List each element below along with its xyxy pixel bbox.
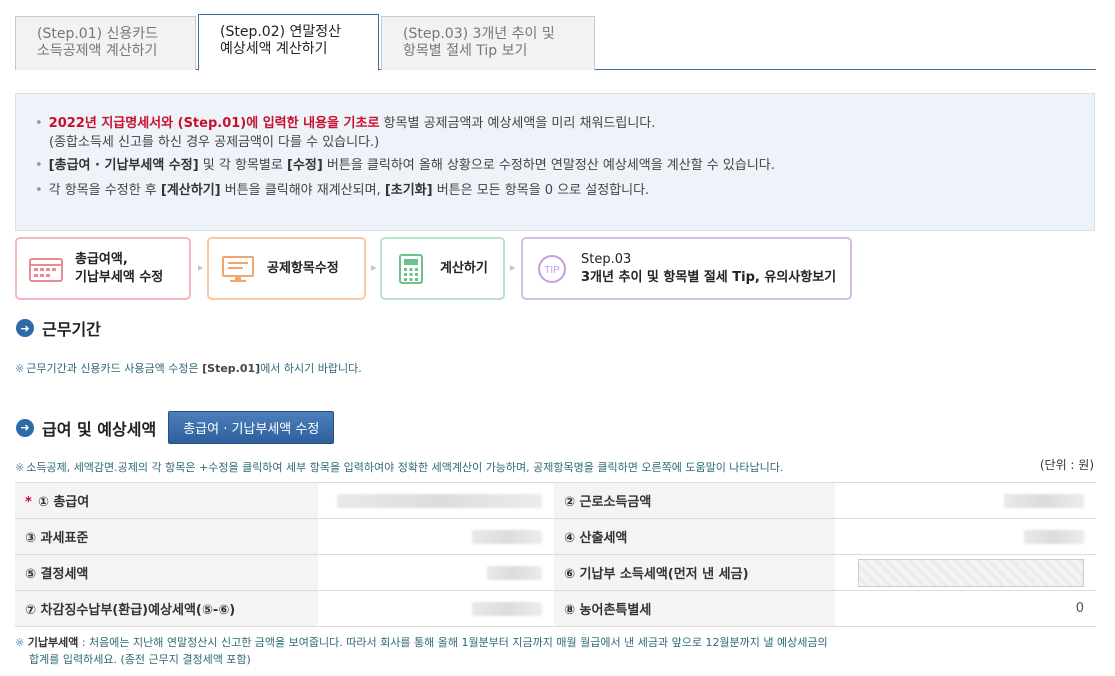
calculator-icon	[382, 253, 440, 284]
step-card-step03[interactable]: TIP Step.03 3개년 추이 및 항목별 절세 Tip, 유의사항보기	[521, 237, 852, 300]
info-line-1-highlight: 2022년 지급명세서와 (Step.01)에 입력한 내용을 기초로	[48, 116, 380, 131]
step-card-1-line2: 기납부세액 수정	[75, 269, 164, 285]
value-rural-tax: 0	[835, 590, 1096, 627]
label-total-salary: ① 총급여	[37, 495, 90, 510]
redacted-value	[487, 565, 542, 580]
info-line-1-sub: (종합소득세 신고를 하신 경우 공제금액이 다를 수 있습니다.)	[49, 135, 380, 150]
table-row: ⑤ 결정세액 ⑥ 기납부 소득세액(먼저 낸 세금)	[15, 554, 1096, 591]
chevron-right-icon: ▸	[198, 261, 204, 274]
tab-step01-line2: 소득공제액 계산하기	[37, 43, 158, 59]
info-line-3-bold2: [초기화]	[384, 183, 433, 198]
note-work-period-after: 에서 하시기 바랍니다.	[260, 362, 362, 375]
info-line-3: • 각 항목을 수정한 후 [계산하기] 버튼을 클릭해야 재계산되며, [초기화…	[35, 179, 1094, 202]
value-earned-income	[835, 482, 1096, 519]
note-work-period-bold: [Step.01]	[202, 362, 261, 375]
arrow-circle-icon: ➜	[16, 319, 34, 337]
step-card-edit-salary[interactable]: 총급여액, 기납부세액 수정	[15, 237, 191, 300]
prepaid-tax-input[interactable]	[858, 558, 1084, 587]
redacted-value	[1024, 529, 1084, 544]
value-determined-tax	[318, 554, 554, 591]
monitor-icon	[209, 255, 267, 283]
label-determined-tax[interactable]: ⑤ 결정세액	[15, 554, 318, 591]
value-prepaid-tax	[835, 554, 1096, 591]
step-card-4-line1: Step.03	[581, 251, 632, 267]
table-label[interactable]: * ① 총급여	[15, 482, 318, 519]
info-box: • 2022년 지급명세서와 (Step.01)에 입력한 내용을 기초로 항목별…	[15, 93, 1095, 231]
unit-label: (단위 : 원)	[1039, 458, 1094, 472]
value-tax-base	[318, 518, 554, 555]
info-line-2-rest: 버튼을 클릭하여 올해 상황으로 수정하면 연말정산 예상세액을 계산할 수 있…	[322, 158, 775, 173]
note-work-period: ※ 근무기간과 신용카드 사용금액 수정은 [Step.01]에서 하시기 바랍니…	[15, 360, 362, 376]
table-row: ⑦ 차감징수납부(환급)예상세액(⑤-⑥) ⑧ 농어촌특별세 0	[15, 590, 1096, 627]
info-line-3-bold1: [계산하기]	[160, 183, 221, 198]
tab-step03[interactable]: (Step.03) 3개년 추이 및 항목별 절세 Tip 보기	[381, 16, 595, 70]
reference-mark-icon: ※	[15, 461, 25, 474]
bullet: •	[35, 158, 43, 173]
step-card-1-line1: 총급여액,	[75, 251, 128, 267]
svg-text:TIP: TIP	[544, 265, 560, 276]
reference-mark-icon: ※	[15, 636, 25, 649]
tab-step03-line1: (Step.03) 3개년 추이 및	[403, 26, 555, 42]
step-tabs: (Step.01) 신용카드 소득공제액 계산하기 (Step.02) 연말정산…	[15, 14, 1096, 71]
info-line-3-c: 버튼은 모든 항목을 0 으로 설정합니다.	[432, 183, 650, 198]
tab-step02-line1: (Step.02) 연말정산	[220, 24, 342, 40]
step-card-calculate[interactable]: 계산하기	[380, 237, 505, 300]
info-line-2: • [총급여 · 기납부세액 수정] 및 각 항목별로 [수정] 버튼을 클릭하여…	[35, 154, 1094, 177]
table-row: * ① 총급여 ② 근로소득금액	[15, 482, 1096, 519]
tab-step01-line1: (Step.01) 신용카드	[37, 26, 159, 42]
salary-tax-table: * ① 총급여 ② 근로소득금액 ③ 과세표준 ④ 산출세액 ⑤ 결정세액 ⑥ 기…	[15, 482, 1096, 627]
label-tax-base[interactable]: ③ 과세표준	[15, 518, 318, 555]
info-line-3-a: 각 항목을 수정한 후	[48, 183, 161, 198]
redacted-value	[472, 529, 542, 544]
value-total-salary	[318, 482, 554, 519]
note-work-period-before: 근무기간과 신용카드 사용금액 수정은	[26, 362, 203, 375]
step-card-4-line2: 3개년 추이 및 항목별 절세 Tip, 유의사항보기	[581, 269, 837, 285]
redacted-value	[472, 601, 542, 616]
label-computed-tax[interactable]: ④ 산출세액	[554, 518, 835, 555]
tab-step02-line2: 예상세액 계산하기	[220, 41, 328, 57]
redacted-value	[1004, 493, 1084, 508]
step-card-3-line1: 계산하기	[440, 260, 488, 276]
tab-step02[interactable]: (Step.02) 연말정산 예상세액 계산하기	[198, 14, 379, 71]
table-row: ③ 과세표준 ④ 산출세액	[15, 518, 1096, 555]
info-line-1-rest: 항목별 공제금액과 예상세액을 미리 채워드립니다.	[379, 116, 656, 131]
note-prepaid-tax-line2: 합계를 입력하세요. (종전 근무지 결정세액 포함)	[29, 653, 251, 666]
tip-icon: TIP	[523, 254, 581, 284]
chevron-right-icon: ▸	[371, 261, 377, 274]
calendar-icon	[17, 256, 75, 282]
edit-salary-tax-button[interactable]: 총급여 · 기납부세액 수정	[168, 411, 335, 444]
label-expected-refund[interactable]: ⑦ 차감징수납부(환급)예상세액(⑤-⑥)	[15, 590, 318, 627]
note-salary-tax-text: 소득공제, 세액감면.공제의 각 항목은 +수정을 클릭하여 세부 항목을 입력…	[26, 461, 784, 474]
section-work-period: ➜ 근무기간	[16, 316, 101, 340]
tab-step03-line2: 항목별 절세 Tip 보기	[403, 43, 528, 59]
info-line-3-b: 버튼을 클릭해야 재계산되며,	[220, 183, 385, 198]
required-star-icon: *	[25, 495, 32, 510]
reference-mark-icon: ※	[15, 362, 25, 375]
label-earned-income[interactable]: ② 근로소득금액	[554, 482, 835, 519]
step-card-2-line1: 공제항목수정	[267, 260, 339, 276]
section-salary-tax-title: 급여 및 예상세액	[42, 419, 157, 439]
note-prepaid-tax: ※ 기납부세액 : 처음에는 지난해 연말정산시 신고한 금액을 보여줍니다. …	[15, 634, 828, 668]
arrow-circle-icon: ➜	[16, 418, 34, 437]
info-line-2-mid: 및 각 항목별로	[198, 158, 287, 173]
note-salary-tax: ※ 소득공제, 세액감면.공제의 각 항목은 +수정을 클릭하여 세부 항목을 입…	[15, 459, 783, 475]
info-line-2-bold1: [총급여 · 기납부세액 수정]	[48, 158, 199, 173]
tab-step01[interactable]: (Step.01) 신용카드 소득공제액 계산하기	[15, 16, 196, 70]
note-prepaid-tax-bold: 기납부세액	[27, 636, 79, 649]
step-card-edit-deduction[interactable]: 공제항목수정	[207, 237, 366, 300]
bullet: •	[35, 183, 43, 198]
section-salary-tax: ➜ 급여 및 예상세액 총급여 · 기납부세액 수정	[16, 411, 335, 444]
value-expected-refund	[318, 590, 554, 627]
label-prepaid-tax[interactable]: ⑥ 기납부 소득세액(먼저 낸 세금)	[554, 554, 835, 591]
redacted-value	[337, 493, 542, 508]
label-rural-tax[interactable]: ⑧ 농어촌특별세	[554, 590, 835, 627]
section-work-period-title: 근무기간	[42, 320, 101, 339]
note-prepaid-tax-line1: : 처음에는 지난해 연말정산시 신고한 금액을 보여줍니다. 따라서 회사를 …	[78, 636, 828, 649]
bullet: •	[35, 116, 43, 131]
chevron-right-icon: ▸	[510, 261, 516, 274]
info-line-2-bold2: [수정]	[286, 158, 323, 173]
value-computed-tax	[835, 518, 1096, 555]
